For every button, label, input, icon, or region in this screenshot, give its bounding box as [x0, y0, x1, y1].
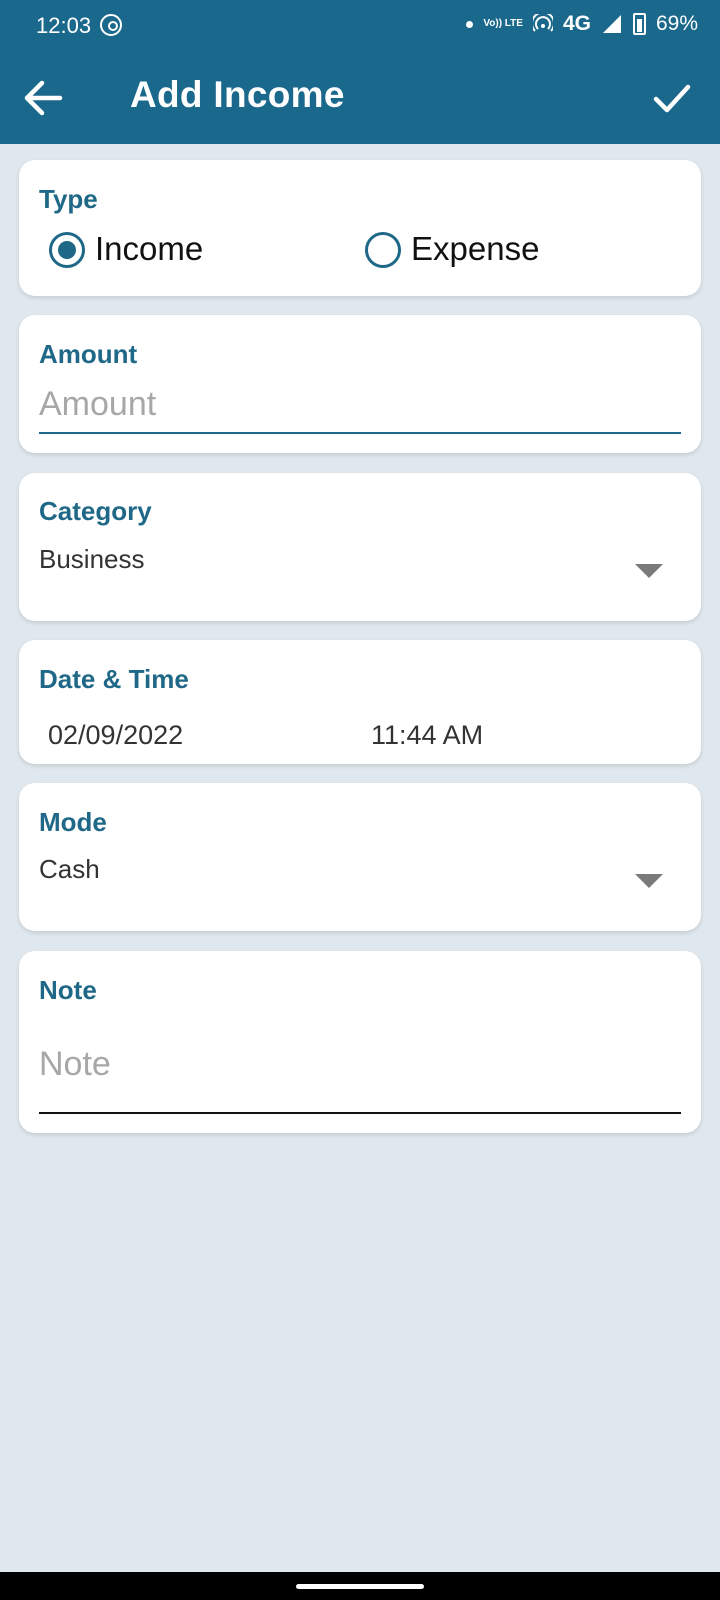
notification-dot-icon — [466, 20, 474, 28]
category-select[interactable]: Business — [39, 544, 145, 575]
home-gesture-handle[interactable] — [296, 1584, 424, 1589]
category-card[interactable]: Category Business — [19, 473, 701, 621]
system-nav-bar — [0, 1572, 720, 1600]
chevron-down-icon[interactable] — [635, 874, 663, 888]
battery-percent: 69% — [655, 12, 698, 35]
signal-icon — [602, 15, 621, 33]
mode-label: Mode — [39, 807, 107, 837]
note-card: Note Note — [19, 951, 701, 1133]
page-title: Add Income — [130, 74, 345, 115]
status-bar: 12:03 Vo)) LTE 4G 69% — [0, 0, 720, 52]
note-input[interactable]: Note — [39, 1045, 111, 1084]
status-icons: Vo)) LTE 4G 69% — [466, 12, 698, 36]
income-radio-button[interactable] — [49, 232, 85, 268]
expense-radio-button[interactable] — [365, 232, 401, 268]
category-label: Category — [39, 496, 152, 526]
volte-icon: Vo)) LTE — [483, 18, 523, 29]
network-type: 4G — [562, 12, 591, 35]
datetime-label: Date & Time — [39, 664, 189, 694]
time-field[interactable]: 11:44 AM — [371, 720, 483, 751]
amount-label: Amount — [39, 339, 138, 369]
type-card: Type Income Expense — [19, 160, 701, 296]
check-icon — [653, 84, 691, 113]
hotspot-icon — [532, 14, 553, 32]
chevron-down-icon[interactable] — [635, 564, 663, 578]
amount-card: Amount Amount — [19, 315, 701, 453]
note-input-underline — [39, 1112, 681, 1114]
save-button[interactable] — [648, 74, 696, 122]
amount-input-underline — [39, 432, 681, 434]
battery-icon — [632, 13, 646, 35]
expense-radio-label[interactable]: Expense — [411, 230, 539, 268]
datetime-card: Date & Time 02/09/2022 11:44 AM — [19, 640, 701, 764]
income-radio-label[interactable]: Income — [95, 230, 203, 268]
amount-input[interactable]: Amount — [39, 385, 156, 424]
status-time: 12:03 — [36, 13, 92, 38]
app-bar: Add Income — [0, 52, 720, 144]
date-field[interactable]: 02/09/2022 — [48, 720, 183, 751]
mode-card[interactable]: Mode Cash — [19, 783, 701, 931]
back-button[interactable] — [20, 74, 68, 122]
arrow-left-icon — [24, 80, 63, 116]
mode-select[interactable]: Cash — [39, 854, 100, 885]
note-label: Note — [39, 975, 97, 1005]
notification-app-icon — [100, 14, 122, 36]
type-label: Type — [39, 184, 98, 214]
